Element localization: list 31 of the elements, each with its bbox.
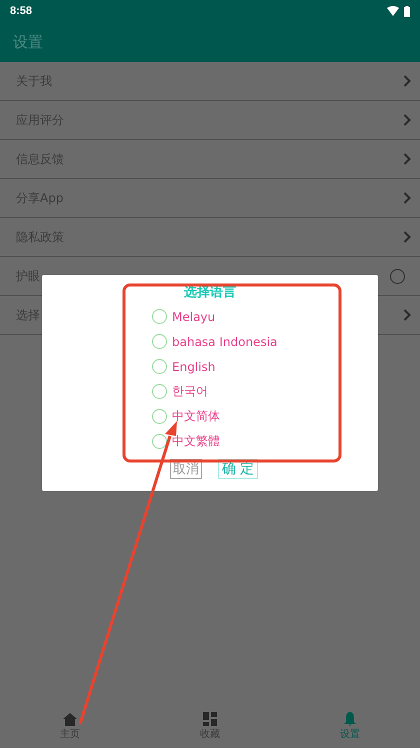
option-label: 中文简体 bbox=[172, 408, 220, 425]
option-label: 한국어 bbox=[172, 383, 208, 400]
option-label: Melayu bbox=[172, 310, 216, 324]
language-option[interactable]: Melayu bbox=[152, 304, 278, 329]
chevron-right-icon bbox=[403, 153, 411, 165]
option-label: English bbox=[172, 360, 216, 374]
chevron-right-icon bbox=[403, 75, 411, 87]
wifi-icon bbox=[387, 6, 399, 16]
radio-button[interactable] bbox=[152, 409, 167, 424]
language-option[interactable]: English bbox=[152, 354, 278, 379]
radio-button[interactable] bbox=[152, 334, 167, 349]
language-option[interactable]: 한국어 bbox=[152, 379, 278, 404]
toggle-circle[interactable] bbox=[390, 268, 405, 284]
battery-icon bbox=[404, 6, 410, 16]
chevron-right-icon bbox=[403, 192, 411, 204]
grid-icon bbox=[203, 712, 217, 726]
page-title: 设置 bbox=[13, 32, 43, 52]
option-label: 中文繁體 bbox=[172, 433, 220, 450]
radio-button[interactable] bbox=[152, 309, 167, 324]
language-option[interactable]: 中文简体 bbox=[152, 404, 278, 429]
chevron-right-icon bbox=[403, 114, 411, 126]
chevron-right-icon bbox=[403, 309, 411, 321]
chevron-right-icon bbox=[403, 231, 411, 243]
status-time: 8:58 bbox=[10, 5, 32, 17]
nav-tab[interactable]: 设置 bbox=[280, 705, 420, 748]
home-icon bbox=[63, 712, 77, 726]
bell-icon bbox=[344, 712, 356, 726]
language-option[interactable]: bahasa Indonesia bbox=[152, 329, 278, 354]
radio-button[interactable] bbox=[152, 384, 167, 399]
radio-button[interactable] bbox=[152, 359, 167, 374]
option-label: bahasa Indonesia bbox=[172, 334, 278, 348]
